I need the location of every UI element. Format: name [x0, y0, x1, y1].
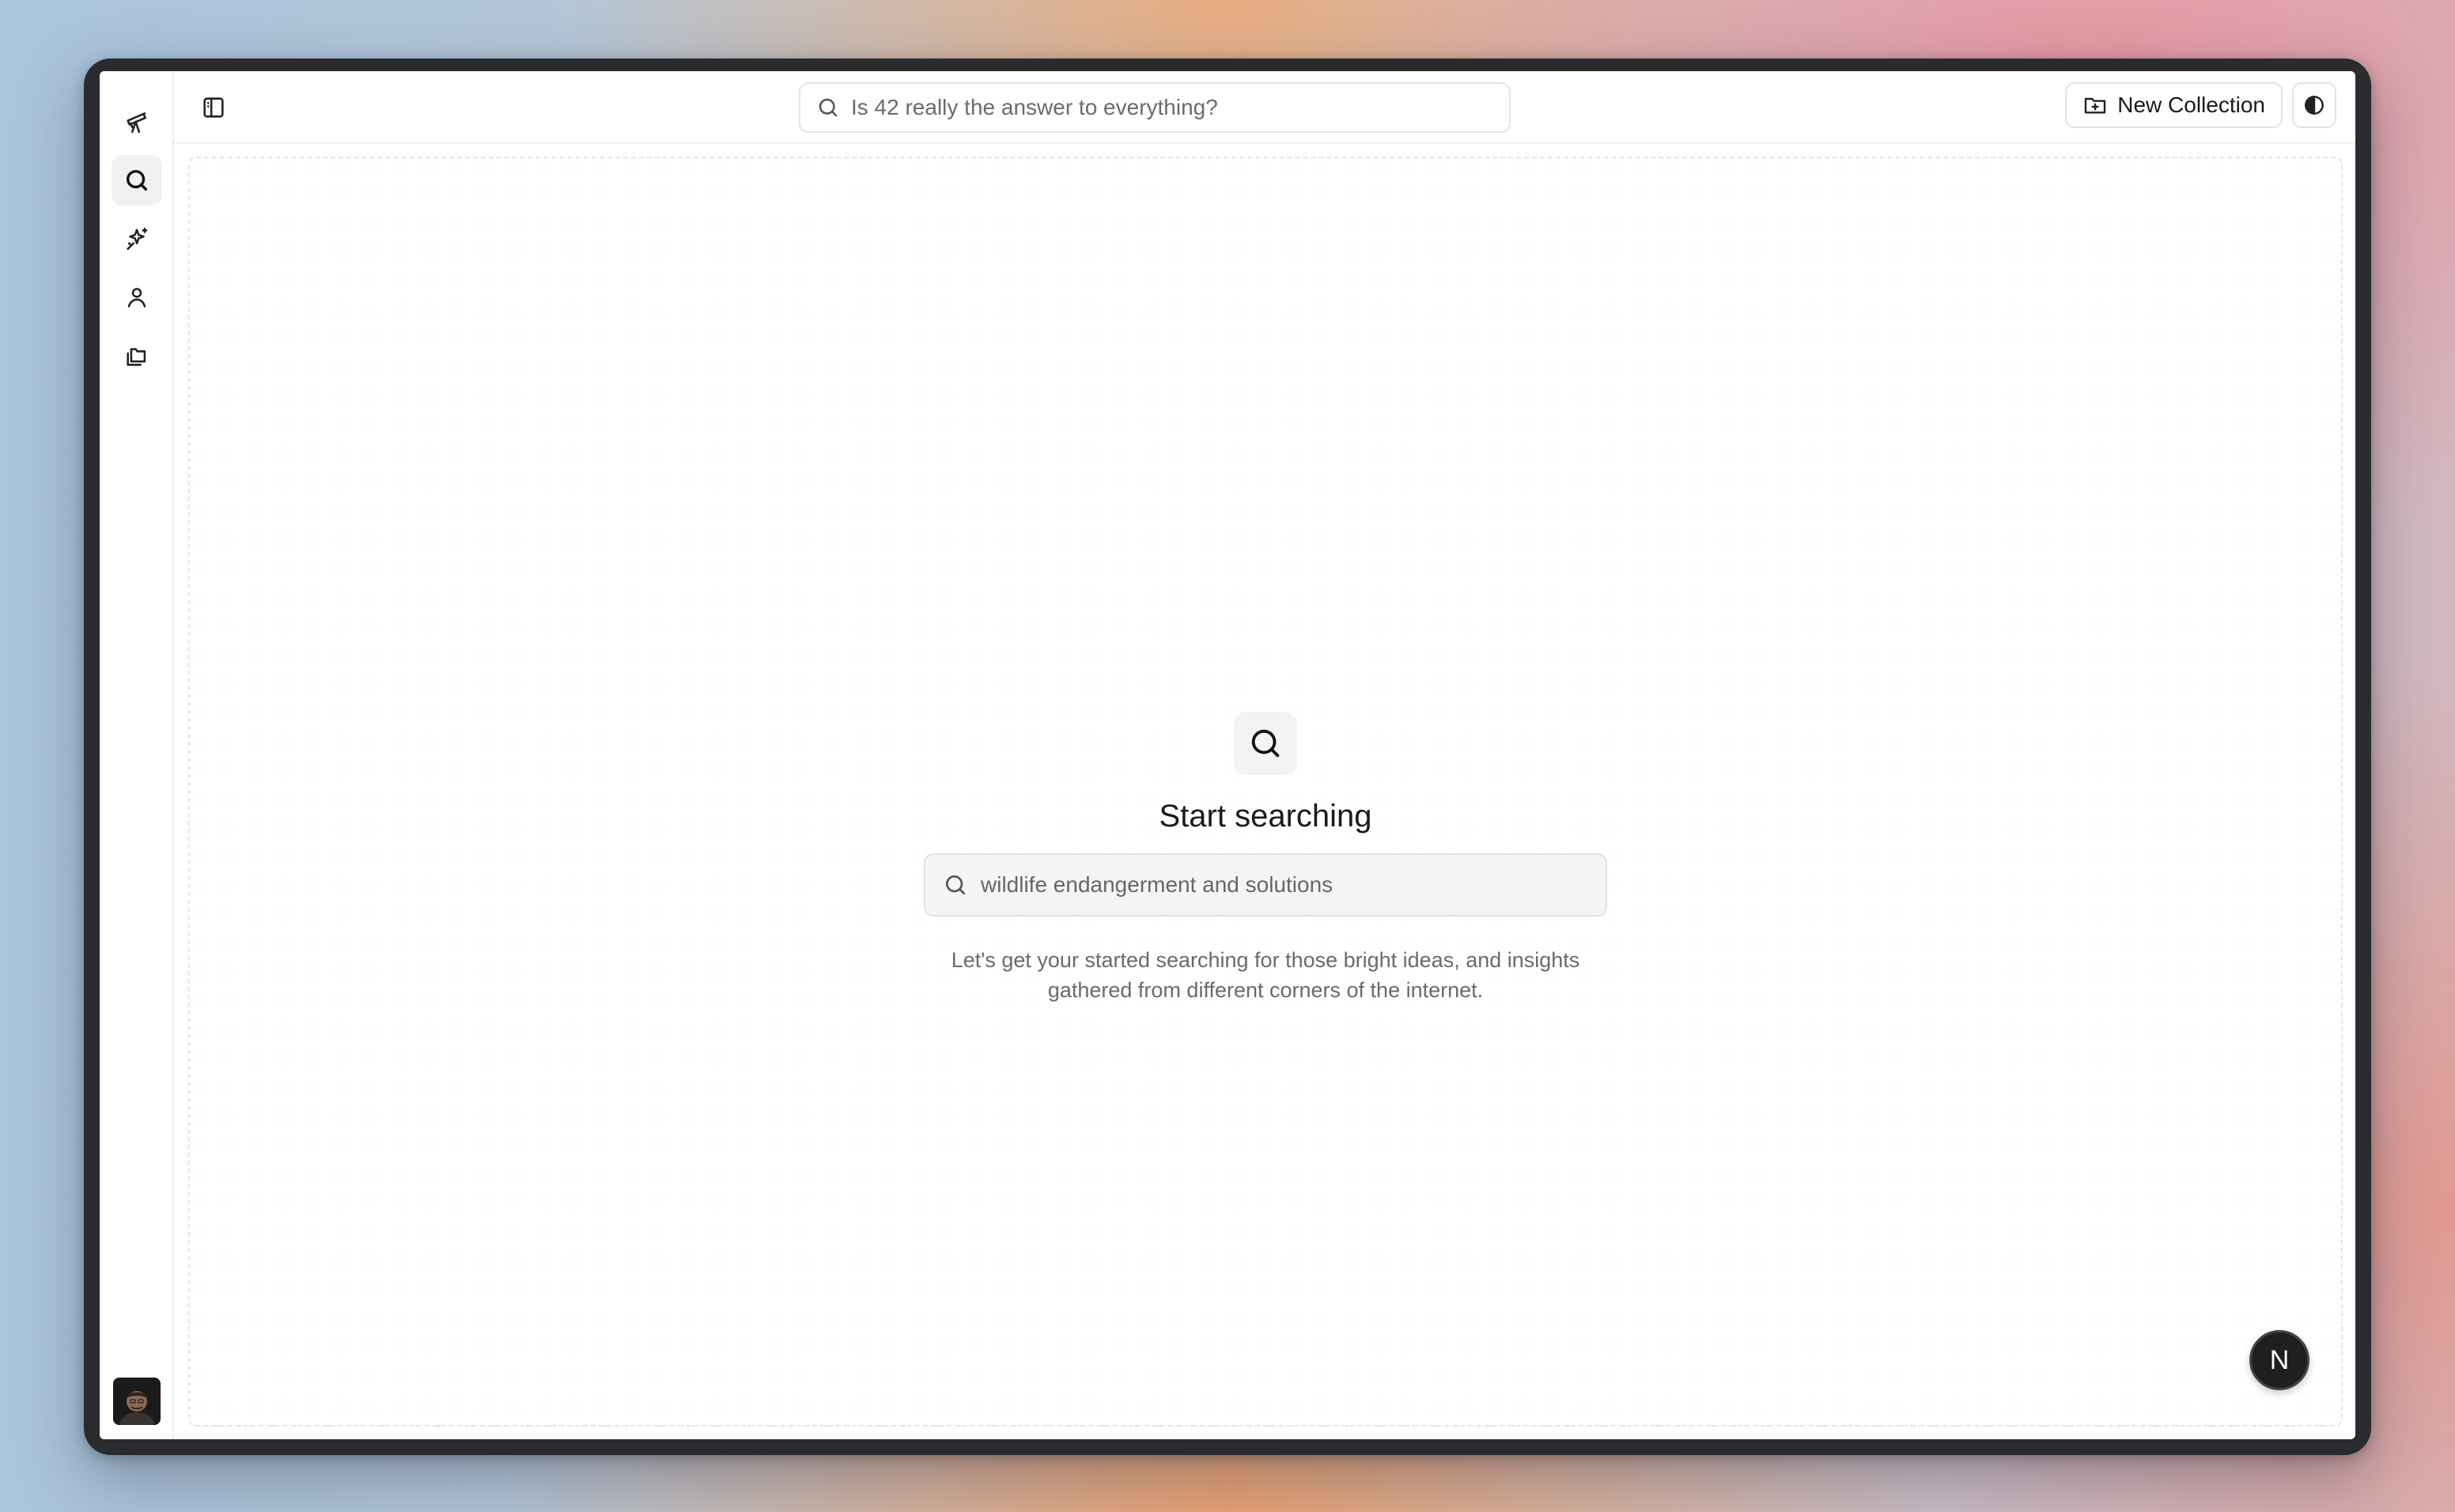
rail-item-ai[interactable]	[112, 214, 162, 264]
user-icon	[127, 288, 146, 308]
search-icon	[1251, 729, 1280, 758]
telescope-icon	[127, 112, 146, 134]
empty-state-description: Let's get your started searching for tho…	[951, 948, 1580, 1002]
folder-plus-icon	[2085, 97, 2106, 114]
top-bar: New Collection	[174, 71, 2355, 144]
top-search-input[interactable]	[851, 95, 1484, 120]
device-frame: New Collection Start searching	[84, 59, 2371, 1455]
sidebar-toggle-button[interactable]	[198, 92, 229, 123]
notification-badge-button[interactable]: N	[2249, 1330, 2309, 1390]
page-title: Start searching	[1159, 799, 1372, 833]
avatar-image	[113, 1378, 161, 1425]
new-collection-label: New Collection	[2117, 93, 2265, 117]
main-panel: Start searching Let's get your started s…	[188, 157, 2343, 1427]
empty-state: Start searching Let's get your started s…	[190, 712, 2341, 1005]
avatar[interactable]	[113, 1378, 161, 1425]
search-icon	[126, 169, 148, 191]
new-collection-button[interactable]: New Collection	[2065, 82, 2283, 128]
rail-item-search[interactable]	[112, 155, 162, 206]
collections-icon	[127, 348, 146, 366]
main-search-bar[interactable]	[924, 853, 1607, 917]
search-icon	[946, 875, 965, 894]
search-icon	[819, 98, 838, 117]
empty-state-icon	[1234, 712, 1297, 775]
sparkles-icon	[127, 227, 148, 251]
theme-toggle-button[interactable]	[2292, 82, 2336, 128]
rail-item-profile[interactable]	[112, 272, 162, 323]
rail-item-collections[interactable]	[112, 331, 162, 381]
main-search-input[interactable]	[981, 872, 1598, 898]
rail-item-discover[interactable]	[112, 96, 162, 147]
top-search-bar[interactable]	[799, 82, 1511, 133]
app-window: New Collection Start searching	[100, 71, 2355, 1439]
left-rail	[100, 71, 174, 1439]
sidebar-panel-icon	[203, 97, 224, 118]
contrast-icon	[2305, 96, 2324, 115]
